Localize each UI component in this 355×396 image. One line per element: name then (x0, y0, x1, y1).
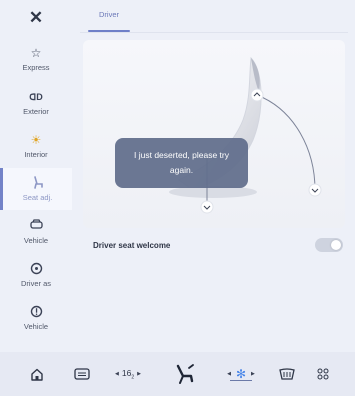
seat-visualization-panel (83, 40, 345, 228)
home-icon (31, 368, 43, 381)
sidebar-item-label: Driver as (20, 279, 51, 288)
lights-icon: ᗡD (29, 92, 43, 102)
sidebar-item-express[interactable]: ☆ Express (0, 38, 72, 80)
temp-decrease-button[interactable]: ◀ (115, 371, 119, 377)
close-button[interactable]: ✕ (0, 0, 72, 36)
seat-button[interactable] (168, 352, 202, 396)
info-icon (30, 305, 43, 319)
temperature-value: 162 (122, 368, 134, 381)
sidebar-item-interior[interactable]: ☀ Interior (0, 125, 72, 167)
temperature-control: ◀ 162 ▶ (100, 352, 156, 396)
car-icon (29, 219, 43, 233)
seat-recline-handle[interactable] (308, 183, 322, 197)
sidebar-item-seat-adj[interactable]: Seat adj. (0, 168, 72, 210)
apps-grid-icon (317, 368, 329, 380)
temp-increase-button[interactable]: ▶ (137, 371, 141, 377)
sidebar-item-driver-as[interactable]: Driver as (0, 254, 72, 296)
fan-level-indicator (230, 380, 252, 381)
tab-divider (80, 32, 348, 33)
sidebar-item-label: Vehicle (23, 322, 49, 331)
seat-illustration (169, 56, 322, 214)
sidebar-item-label: Vehicle (23, 236, 49, 245)
steering-wheel-icon (30, 262, 43, 276)
sidebar-item-label: Seat adj. (22, 193, 53, 202)
sidebar-item-vehicle-info[interactable]: Vehicle (0, 297, 72, 339)
driver-seat-welcome-toggle[interactable] (315, 238, 343, 252)
driver-seat-welcome-label: Driver seat welcome (93, 241, 171, 250)
seat-icon (176, 364, 194, 384)
sidebar-item-exterior[interactable]: ᗡD Exterior (0, 82, 72, 124)
star-icon: ☆ (30, 46, 42, 60)
temperature-unit: 2 (131, 374, 135, 381)
sidebar: ✕ ☆ Express ᗡD Exterior ☀ Interior Seat … (0, 0, 72, 350)
sidebar-item-label: Express (22, 63, 50, 72)
seat-back-handle[interactable] (250, 88, 264, 102)
sidebar-item-label: Interior (24, 150, 48, 159)
app: ✕ ☆ Express ᗡD Exterior ☀ Interior Seat … (0, 0, 355, 396)
bottom-bar: ◀ 162 ▶ ◀ ✻ ▶ (0, 352, 355, 396)
fan-increase-button[interactable]: ▶ (251, 371, 255, 377)
close-icon: ✕ (28, 8, 44, 27)
front-defrost-icon (279, 368, 295, 380)
sidebar-item-label: Exterior (23, 107, 49, 116)
front-defrost-button[interactable] (275, 352, 299, 396)
rear-defrost-icon (74, 368, 90, 380)
seat-height-handle[interactable] (200, 200, 214, 214)
fan-control: ◀ ✻ ▶ (216, 352, 266, 396)
home-button[interactable] (25, 352, 49, 396)
fan-icon: ✻ (235, 367, 247, 381)
apps-button[interactable] (311, 352, 335, 396)
rear-defrost-button[interactable] (70, 352, 94, 396)
toggle-knob (331, 240, 341, 250)
sidebar-item-vehicle[interactable]: Vehicle (0, 211, 72, 253)
sun-icon: ☀ (30, 133, 42, 147)
seat-icon (32, 176, 44, 190)
toast-message: I just deserted, please try again. (115, 138, 248, 188)
temperature-number: 16 (121, 367, 132, 378)
fan-decrease-button[interactable]: ◀ (227, 371, 231, 377)
